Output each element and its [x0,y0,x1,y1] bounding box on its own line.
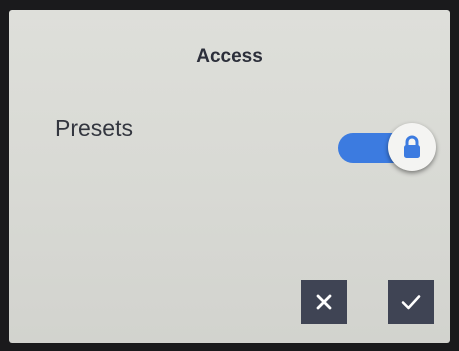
close-icon [316,294,332,310]
toggle-knob[interactable] [388,123,436,171]
cancel-button[interactable] [301,280,347,324]
setting-label-presets: Presets [55,115,133,141]
device-bezel: Access Presets [0,0,459,351]
confirm-button[interactable] [388,280,434,324]
checkmark-icon [401,295,421,310]
dialog-title: Access [196,46,263,67]
lock-icon [404,135,420,158]
screen: Access Presets [9,10,450,343]
presets-toggle[interactable] [338,123,438,175]
setting-row-presets: Presets [9,105,450,175]
